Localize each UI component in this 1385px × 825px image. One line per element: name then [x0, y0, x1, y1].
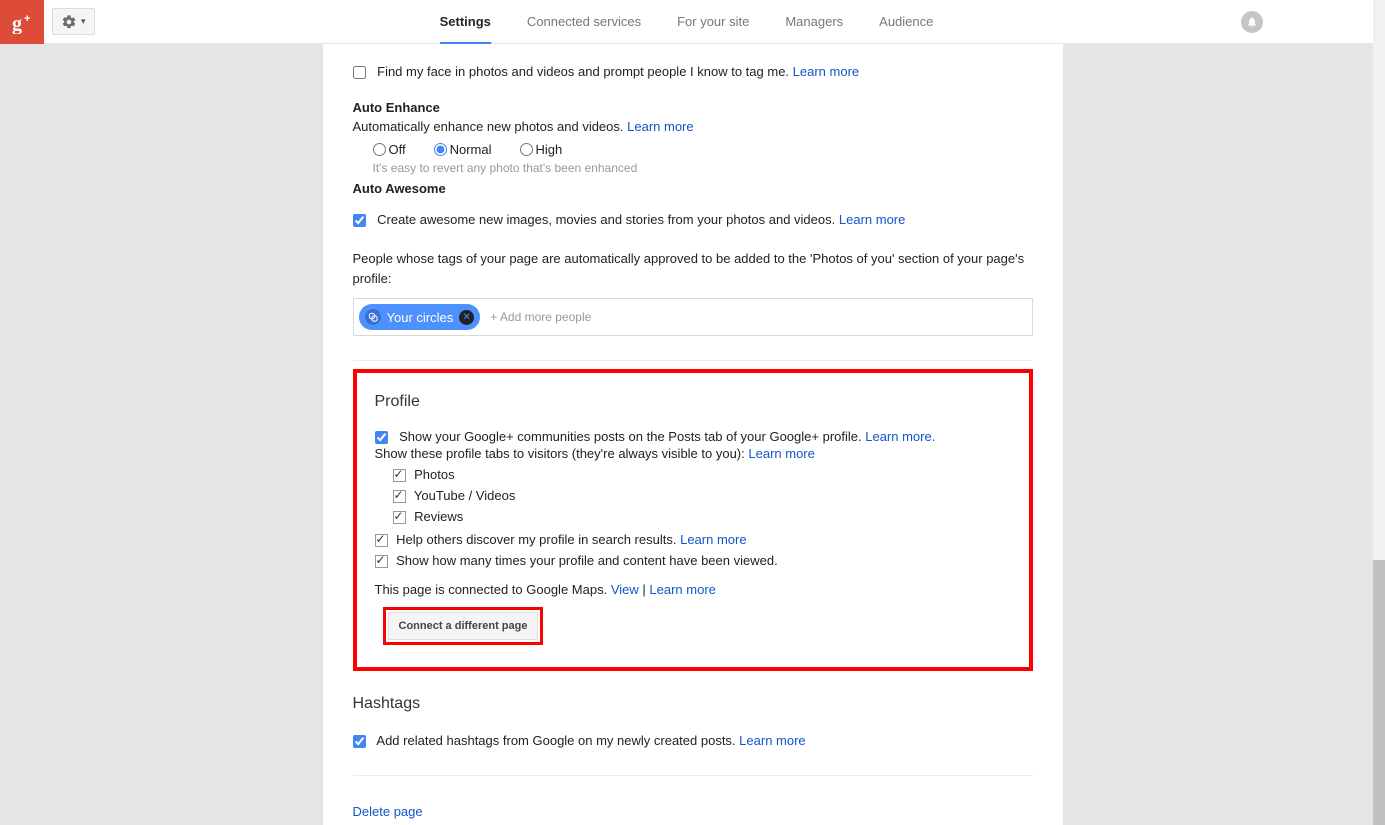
header-tabs: Settings Connected services For your sit…: [422, 0, 952, 44]
tab-reviews-row: Reviews: [393, 509, 1011, 524]
gplus-icon: g +: [10, 10, 34, 34]
hashtags-title: Hashtags: [353, 695, 1033, 713]
hashtags-checkbox[interactable]: [353, 735, 366, 748]
auto-awesome-title: Auto Awesome: [353, 181, 1033, 196]
viewcount-row: Show how many times your profile and con…: [375, 553, 1011, 568]
tags-desc: People whose tags of your page are autom…: [353, 249, 1033, 288]
communities-row: Show your Google+ communities posts on t…: [375, 429, 1011, 444]
tab-youtube-row: YouTube / Videos: [393, 488, 1011, 503]
add-people-placeholder[interactable]: + Add more people: [490, 310, 591, 324]
radio-normal[interactable]: Normal: [434, 142, 492, 157]
scrollbar-track[interactable]: [1373, 0, 1385, 825]
separator: [353, 360, 1033, 361]
gear-dropdown-button[interactable]: ▾: [52, 8, 95, 35]
chevron-down-icon: ▾: [81, 16, 86, 27]
tab-settings[interactable]: Settings: [422, 0, 509, 44]
gplus-logo[interactable]: g +: [0, 0, 44, 44]
tab-connected-services[interactable]: Connected services: [509, 0, 659, 44]
maps-learn-more[interactable]: Learn more: [649, 582, 715, 597]
hashtags-row: Add related hashtags from Google on my n…: [353, 731, 1033, 751]
communities-learn-more[interactable]: Learn more.: [865, 429, 935, 444]
separator-2: [353, 775, 1033, 776]
tab-photos-row: Photos: [393, 467, 1011, 482]
chip-label: Your circles: [387, 310, 454, 325]
auto-enhance-radios: Off Normal High: [353, 142, 1033, 157]
svg-text:g: g: [12, 13, 22, 34]
tabs-learn-more[interactable]: Learn more: [748, 446, 814, 461]
connect-button-highlight: Connect a different page: [383, 607, 544, 645]
find-face-learn-more[interactable]: Learn more: [793, 64, 859, 79]
discover-learn-more[interactable]: Learn more: [680, 532, 746, 547]
hashtags-section: Hashtags Add related hashtags from Googl…: [353, 695, 1033, 751]
auto-awesome-row: Create awesome new images, movies and st…: [353, 210, 1033, 230]
circles-icon: [365, 309, 381, 325]
profile-title: Profile: [375, 393, 1011, 411]
auto-enhance-hint: It's easy to revert any photo that's bee…: [353, 161, 1033, 175]
your-circles-chip[interactable]: Your circles ✕: [359, 304, 481, 330]
auto-awesome-checkbox[interactable]: [353, 214, 366, 227]
scrollbar-thumb[interactable]: [1373, 560, 1385, 825]
auto-awesome-learn-more[interactable]: Learn more: [839, 212, 905, 227]
find-face-label: Find my face in photos and videos and pr…: [377, 64, 789, 79]
find-face-checkbox[interactable]: [353, 66, 366, 79]
tabs-desc-row: Show these profile tabs to visitors (the…: [375, 446, 1011, 461]
svg-text:+: +: [24, 13, 30, 25]
photos-tab-checkbox[interactable]: [393, 469, 406, 482]
tab-audience[interactable]: Audience: [861, 0, 951, 44]
maps-view-link[interactable]: View: [611, 582, 639, 597]
discover-row: Help others discover my profile in searc…: [375, 532, 1011, 547]
discover-checkbox[interactable]: [375, 534, 388, 547]
bell-icon: [1246, 16, 1258, 28]
delete-page-link[interactable]: Delete page: [353, 804, 423, 819]
hashtags-label: Add related hashtags from Google on my n…: [376, 733, 735, 748]
reviews-tab-checkbox[interactable]: [393, 511, 406, 524]
top-header: g + ▾ Settings Connected services For yo…: [0, 0, 1373, 44]
communities-label: Show your Google+ communities posts on t…: [399, 429, 861, 444]
maps-line: This page is connected to Google Maps. V…: [375, 582, 1011, 597]
find-face-row: Find my face in photos and videos and pr…: [353, 62, 1033, 82]
settings-content: Find my face in photos and videos and pr…: [323, 44, 1063, 825]
youtube-tab-checkbox[interactable]: [393, 490, 406, 503]
auto-enhance-title: Auto Enhance: [353, 100, 1033, 115]
radio-high[interactable]: High: [520, 142, 563, 157]
hashtags-learn-more[interactable]: Learn more: [739, 733, 805, 748]
notifications-avatar[interactable]: [1241, 11, 1263, 33]
radio-off[interactable]: Off: [373, 142, 406, 157]
connect-different-page-button[interactable]: Connect a different page: [388, 612, 539, 640]
profile-section-highlighted: Profile Show your Google+ communities po…: [353, 369, 1033, 671]
auto-awesome-label: Create awesome new images, movies and st…: [377, 212, 835, 227]
communities-checkbox[interactable]: [375, 431, 388, 444]
tab-for-your-site[interactable]: For your site: [659, 0, 767, 44]
gear-icon: [61, 14, 77, 30]
tab-managers[interactable]: Managers: [767, 0, 861, 44]
viewcount-checkbox[interactable]: [375, 555, 388, 568]
circles-chip-field[interactable]: Your circles ✕ + Add more people: [353, 298, 1033, 336]
auto-enhance-learn-more[interactable]: Learn more: [627, 119, 693, 134]
auto-enhance-desc: Automatically enhance new photos and vid…: [353, 119, 1033, 134]
chip-close-icon[interactable]: ✕: [459, 310, 474, 325]
